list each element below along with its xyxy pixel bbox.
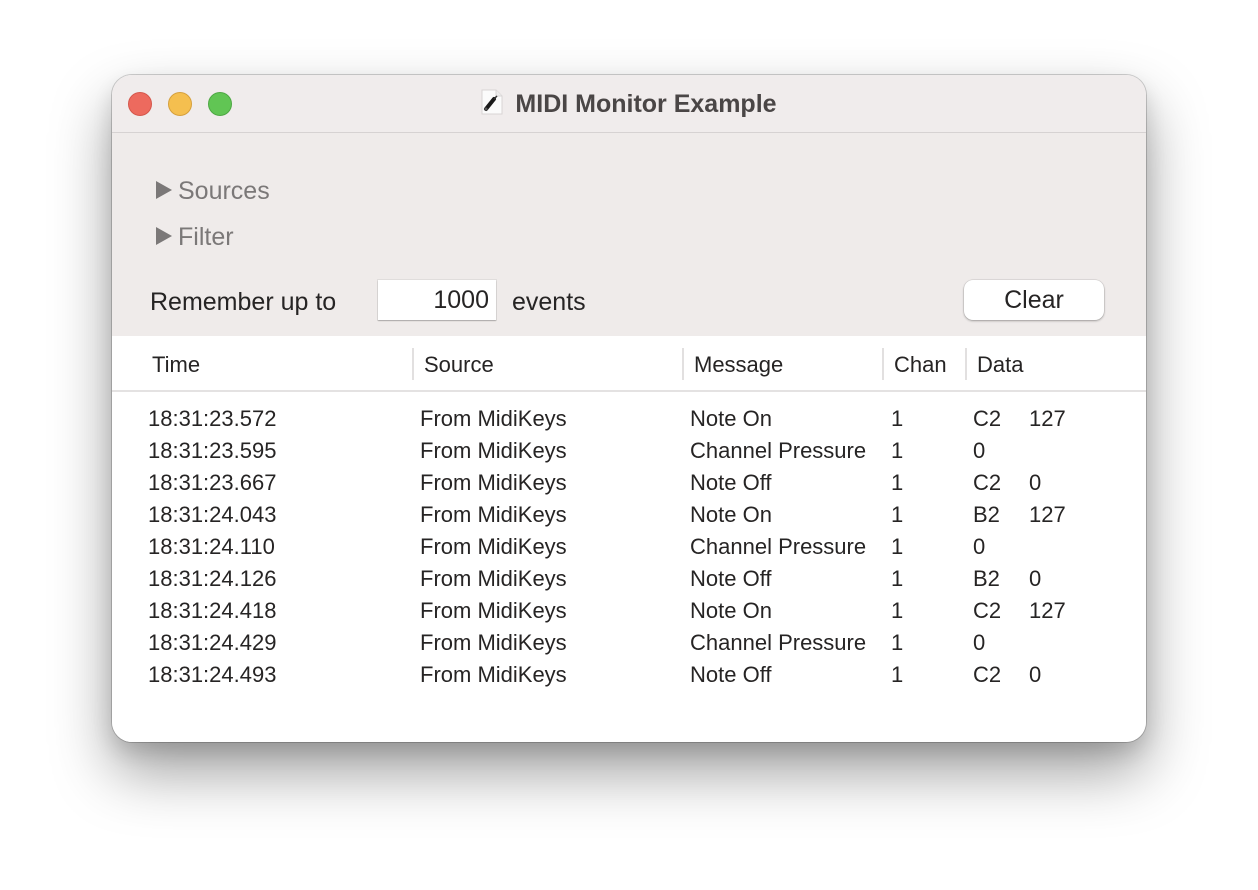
- cell-time: 18:31:23.595: [148, 438, 277, 463]
- cell-time: 18:31:24.126: [148, 566, 277, 591]
- cell-data-2: 0: [1029, 470, 1042, 495]
- cell-time: 18:31:24.493: [148, 662, 277, 687]
- cell-chan: 1: [891, 470, 904, 495]
- cell-data-1: C2: [973, 470, 1002, 495]
- table-row[interactable]: 18:31:23.572 From MidiKeys Note On 1 C2 127: [112, 406, 1146, 438]
- column-header-time[interactable]: Time: [152, 350, 200, 382]
- column-divider[interactable]: [682, 348, 684, 380]
- filter-disclosure[interactable]: Filter: [156, 223, 234, 252]
- cell-data-1: C2: [973, 662, 1002, 687]
- cell-chan: 1: [891, 406, 904, 431]
- cell-source: From MidiKeys: [420, 438, 567, 463]
- table-row[interactable]: 18:31:24.110 From MidiKeys Channel Pressur…: [112, 534, 1146, 566]
- cell-source: From MidiKeys: [420, 598, 567, 623]
- cell-chan: 1: [891, 630, 904, 655]
- cell-chan: 1: [891, 534, 904, 559]
- window-title-group: MIDI Monitor Example: [112, 89, 1146, 119]
- cell-source: From MidiKeys: [420, 630, 567, 655]
- cell-time: 18:31:23.667: [148, 470, 277, 495]
- cell-time: 18:31:24.043: [148, 502, 277, 527]
- cell-source: From MidiKeys: [420, 502, 567, 527]
- table-row[interactable]: 18:31:24.043 From MidiKeys Note On 1 B2 127: [112, 502, 1146, 534]
- cell-time: 18:31:23.572: [148, 406, 277, 431]
- cell-message: Note Off: [690, 662, 772, 687]
- cell-message: Note On: [690, 598, 772, 623]
- cell-source: From MidiKeys: [420, 406, 567, 431]
- window-title: MIDI Monitor Example: [515, 90, 777, 118]
- table-header: Time Source Message Chan Data: [112, 336, 1146, 392]
- sources-label: Sources: [178, 177, 270, 205]
- midi-monitor-window: MIDI Monitor Example Sources Filter Reme…: [112, 75, 1146, 742]
- column-header-data[interactable]: Data: [977, 350, 1023, 382]
- table-row[interactable]: 18:31:24.418 From MidiKeys Note On 1 C2 127: [112, 598, 1146, 630]
- table-row[interactable]: 18:31:24.126 From MidiKeys Note Off 1 B2 0: [112, 566, 1146, 598]
- cell-data-2: 127: [1029, 406, 1066, 431]
- cell-source: From MidiKeys: [420, 534, 567, 559]
- cell-time: 18:31:24.429: [148, 630, 277, 655]
- disclosure-triangle-icon: [156, 180, 172, 199]
- table-row[interactable]: 18:31:23.595 From MidiKeys Channel Pressur…: [112, 438, 1146, 470]
- cell-data-1: B2: [973, 566, 1000, 591]
- events-table: Time Source Message Chan Data 18:31:23.5…: [112, 336, 1146, 742]
- column-divider[interactable]: [882, 348, 884, 380]
- cell-message: Channel Pressure: [690, 438, 867, 463]
- midi-cable-document-icon: [481, 89, 503, 115]
- cell-message: Channel Pressure: [690, 630, 867, 655]
- cell-chan: 1: [891, 662, 904, 687]
- cell-data-1: B2: [973, 502, 1000, 527]
- cell-source: From MidiKeys: [420, 566, 567, 591]
- cell-source: From MidiKeys: [420, 470, 567, 495]
- cell-message: Note On: [690, 502, 772, 527]
- column-divider[interactable]: [965, 348, 967, 380]
- cell-time: 18:31:24.110: [148, 534, 275, 559]
- cell-data-1: 0: [973, 438, 986, 463]
- cell-data-2: 0: [1029, 566, 1042, 591]
- event-count-input[interactable]: [378, 280, 496, 320]
- cell-message: Channel Pressure: [690, 534, 867, 559]
- cell-source: From MidiKeys: [420, 662, 567, 687]
- cell-chan: 1: [891, 598, 904, 623]
- cell-data-2: 127: [1029, 502, 1066, 527]
- disclosure-triangle-icon: [156, 226, 172, 245]
- cell-chan: 1: [891, 502, 904, 527]
- cell-data-1: 0: [973, 534, 986, 559]
- cell-data-1: 0: [973, 630, 986, 655]
- settings-panel: Sources Filter Remember up to events Cle…: [112, 133, 1146, 336]
- column-header-message[interactable]: Message: [694, 350, 783, 382]
- cell-chan: 1: [891, 566, 904, 591]
- cell-message: Note Off: [690, 566, 772, 591]
- cell-data-2: 127: [1029, 598, 1066, 623]
- cell-time: 18:31:24.418: [148, 598, 277, 623]
- table-row[interactable]: 18:31:24.429 From MidiKeys Channel Pressur…: [112, 630, 1146, 662]
- cell-chan: 1: [891, 438, 904, 463]
- filter-label: Filter: [178, 223, 234, 251]
- title-bar[interactable]: MIDI Monitor Example: [112, 75, 1146, 133]
- remember-label: Remember up to: [150, 288, 337, 316]
- column-header-source[interactable]: Source: [424, 350, 494, 382]
- events-label: events: [512, 288, 586, 316]
- cell-data-1: C2: [973, 406, 1002, 431]
- clear-button[interactable]: Clear: [964, 280, 1104, 320]
- sources-disclosure[interactable]: Sources: [156, 177, 270, 206]
- column-header-chan[interactable]: Chan: [894, 350, 947, 382]
- table-row[interactable]: 18:31:23.667 From MidiKeys Note Off 1 C2 0: [112, 470, 1146, 502]
- column-divider[interactable]: [412, 348, 414, 380]
- cell-message: Note On: [690, 406, 772, 431]
- cell-data-1: C2: [973, 598, 1002, 623]
- cell-message: Note Off: [690, 470, 772, 495]
- cell-data-2: 0: [1029, 662, 1042, 687]
- table-row[interactable]: 18:31:24.493 From MidiKeys Note Off 1 C2 0: [112, 662, 1146, 694]
